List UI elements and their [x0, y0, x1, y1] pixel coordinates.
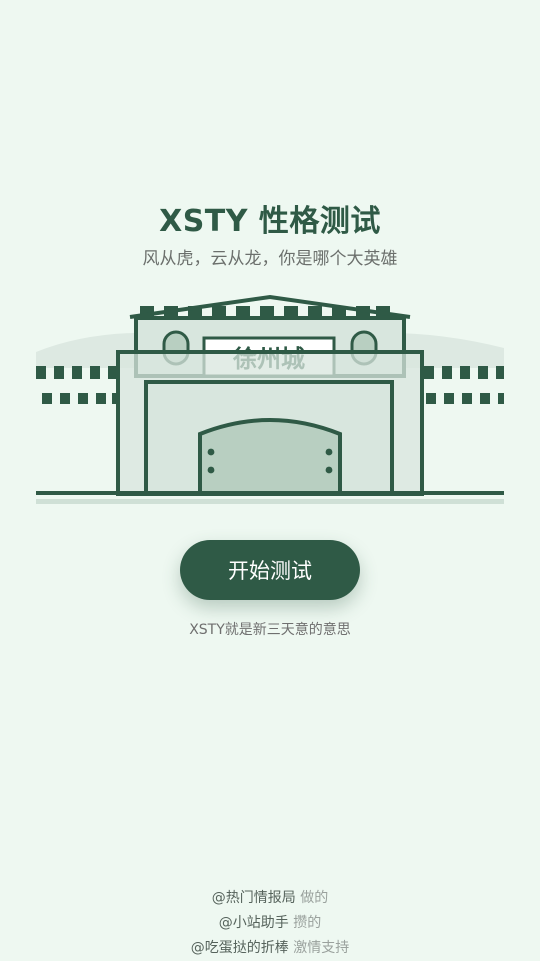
- acronym-note: XSTY就是新三天意的意思: [189, 622, 351, 638]
- page-title: XSTY 性格测试: [159, 204, 381, 239]
- credit-suffix: 做的: [300, 890, 329, 906]
- start-test-button[interactable]: 开始测试: [180, 540, 360, 600]
- ground-shadow: [36, 499, 504, 504]
- credit-suffix: 攒的: [293, 915, 322, 931]
- credits: @热门情报局 做的 @小站助手 攒的 @吃蛋挞的折棒 激情支持: [0, 886, 540, 961]
- credit-name: @热门情报局: [211, 890, 296, 906]
- credit-line: @小站助手 攒的: [0, 911, 540, 936]
- right-wall-battlements: [424, 366, 504, 404]
- city-gate-illustration: 徐州城: [36, 294, 504, 504]
- credit-line: @热门情报局 做的: [0, 886, 540, 911]
- page-subtitle: 风从虎，云从龙，你是哪个大英雄: [142, 249, 398, 269]
- credit-name: @小站助手: [218, 915, 289, 931]
- home-screen: XSTY 性格测试 风从虎，云从龙，你是哪个大英雄 开始测试 XSTY就是新三天…: [0, 0, 540, 960]
- credit-name: @吃蛋挞的折棒: [190, 940, 289, 956]
- ground-line: [36, 491, 504, 495]
- credit-suffix: 激情支持: [293, 940, 350, 956]
- credit-line: @吃蛋挞的折棒 激情支持: [0, 936, 540, 961]
- gate-door: [198, 418, 342, 496]
- left-wall-battlements: [36, 366, 120, 404]
